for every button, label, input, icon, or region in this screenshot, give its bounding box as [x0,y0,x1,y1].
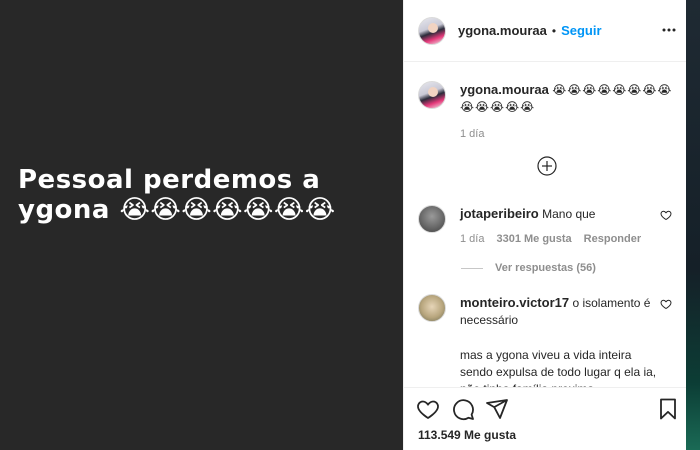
story-text: Pessoal perdemos a ygona 😭😭😭😭😭😭😭 [18,165,388,225]
bookmark-icon[interactable] [656,397,680,421]
heart-icon[interactable] [660,209,672,221]
heart-icon[interactable] [416,397,440,421]
comment-icon[interactable] [451,397,475,421]
avatar[interactable] [418,16,446,45]
divider [461,267,483,269]
header-username[interactable]: ygona.mouraa [458,23,547,38]
comment-text: Mano que [542,207,596,221]
more-horizontal-icon[interactable] [661,22,677,38]
caption-time[interactable]: 1 día [460,128,484,140]
post-media[interactable]: Pessoal perdemos a ygona 😭😭😭😭😭😭😭 [0,0,403,450]
follow-button[interactable]: Seguir [561,23,601,38]
background-edge [686,0,700,450]
comment-username[interactable]: jotaperibeiro [460,206,539,221]
comment-likes[interactable]: 3301 Me gusta [496,233,571,245]
story-text-line-1: Pessoal perdemos a [18,165,321,195]
comment-item: jotaperibeiro Mano que 1 día 3301 Me gus… [418,205,680,245]
comment-item: monteiro.victor17 o isolamento é necessá… [418,294,680,387]
post-actions: 113.549 Me gusta [404,387,687,450]
comment-time[interactable]: 1 día [460,233,484,245]
comments-list[interactable]: ygona.mouraa 😭😭😭😭😭😭😭😭😭😭😭😭😭 1 día jotaper… [404,63,687,387]
avatar[interactable] [418,81,446,109]
caption-username[interactable]: ygona.mouraa [460,82,549,97]
story-text-line-2: ygona 😭😭😭😭😭😭😭 [18,195,336,225]
post-header: ygona.mouraa • Seguir [404,0,687,62]
heart-icon[interactable] [660,298,672,310]
plus-circle-icon[interactable] [537,156,557,176]
avatar[interactable] [418,294,446,322]
likes-count[interactable]: 113.549 Me gusta [418,428,516,442]
post-sidebar: ygona.mouraa • Seguir ygona.mouraa 😭😭😭😭😭… [403,0,687,450]
comment-username[interactable]: monteiro.victor17 [460,295,569,310]
comment-text-continued: mas a ygona viveu a vida inteira sendo e… [460,348,657,387]
reply-button[interactable]: Responder [584,233,641,245]
view-replies-label: Ver respuestas (56) [495,262,596,274]
share-icon[interactable] [485,397,509,421]
view-replies-button[interactable]: Ver respuestas (56) [461,262,596,274]
separator-dot: • [551,23,557,38]
caption: ygona.mouraa 😭😭😭😭😭😭😭😭😭😭😭😭😭 1 día [418,81,680,140]
avatar[interactable] [418,205,446,233]
